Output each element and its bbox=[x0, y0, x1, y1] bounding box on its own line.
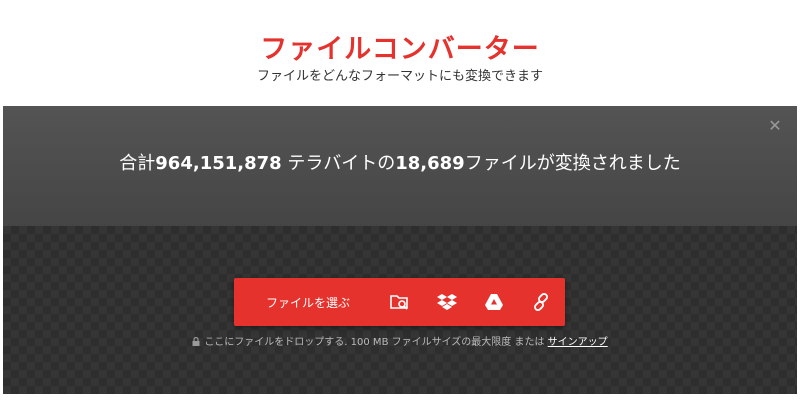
folder-search-button[interactable] bbox=[376, 278, 423, 326]
stats-suffix: ファイルが変換されました bbox=[464, 153, 681, 174]
choose-file-button[interactable]: ファイルを選ぶ bbox=[234, 278, 376, 326]
page-subtitle: ファイルをどんなフォーマットにも変換できます bbox=[256, 69, 543, 84]
google-drive-button[interactable] bbox=[470, 278, 517, 326]
signup-link[interactable]: サインアップ bbox=[548, 337, 608, 348]
folder-search-icon bbox=[389, 295, 408, 310]
stats-band: 合計964,151,878 テラバイトの18,689ファイルが変換されました ✕ bbox=[3, 106, 797, 226]
dropbox-button[interactable] bbox=[423, 278, 470, 326]
google-drive-icon bbox=[484, 294, 503, 310]
stats-files: 18,689 bbox=[395, 153, 465, 174]
link-icon bbox=[533, 293, 548, 311]
upload-panel: 合計964,151,878 テラバイトの18,689ファイルが変換されました ✕… bbox=[3, 106, 797, 394]
stats-prefix: 合計 bbox=[119, 153, 156, 174]
stats-middle: テラバイトの bbox=[281, 153, 396, 174]
close-icon[interactable]: ✕ bbox=[767, 118, 783, 134]
drop-hint-text: ここにファイルをドロップする. 100 MB ファイルサイズの最大限度 または bbox=[204, 337, 548, 348]
page-title: ファイルコンバーター bbox=[260, 34, 540, 65]
lock-icon bbox=[192, 337, 200, 346]
conversion-stats: 合計964,151,878 テラバイトの18,689ファイルが変換されました bbox=[3, 151, 797, 177]
page: ファイルコンバーター ファイルをどんなフォーマットにも変換できます 合計964,… bbox=[0, 0, 800, 402]
header: ファイルコンバーター ファイルをどんなフォーマットにも変換できます bbox=[0, 0, 800, 106]
dropbox-icon bbox=[436, 294, 457, 310]
upload-bar: ファイルを選ぶ bbox=[234, 278, 565, 326]
drop-hint: ここにファイルをドロップする. 100 MB ファイルサイズの最大限度 または … bbox=[3, 336, 797, 350]
stats-terabytes: 964,151,878 bbox=[155, 153, 282, 174]
url-link-button[interactable] bbox=[517, 278, 564, 326]
